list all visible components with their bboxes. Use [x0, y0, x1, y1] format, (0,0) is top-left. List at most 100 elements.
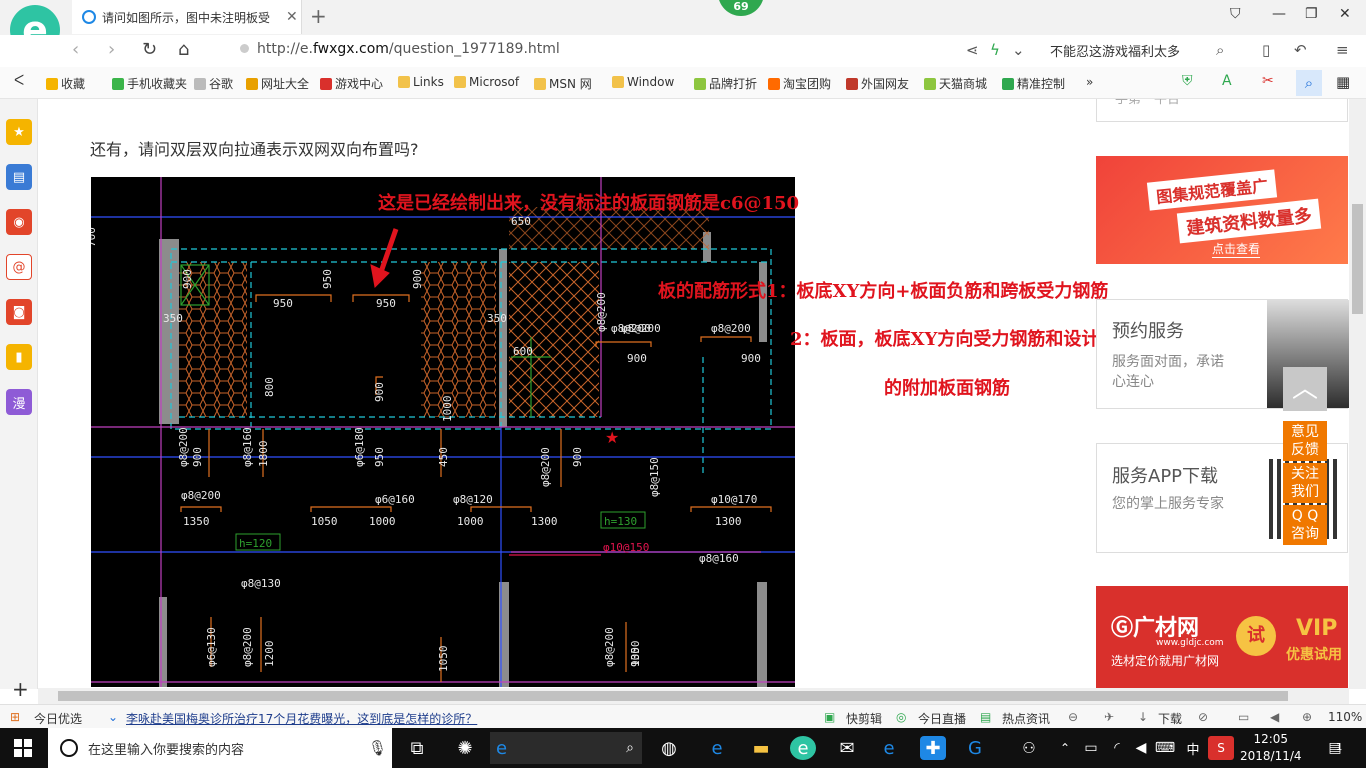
scissors-icon[interactable]: ✂	[1262, 73, 1274, 89]
tool-app-icon[interactable]: ✚	[920, 736, 946, 760]
mail-taskbar-icon[interactable]: ✉	[834, 736, 860, 760]
ie-mode-icon[interactable]: ⊖	[1068, 710, 1078, 724]
people-icon[interactable]: ⚇	[1016, 736, 1042, 760]
chevron-down-icon[interactable]: ⌄	[108, 710, 118, 724]
today-pick[interactable]: 今日优选	[34, 710, 82, 727]
action-center-icon[interactable]: ▤	[1322, 736, 1348, 760]
cleanup-icon[interactable]: ⊘	[1198, 710, 1208, 724]
vertical-scroll-thumb[interactable]	[1352, 204, 1363, 314]
score-badge[interactable]: 69	[718, 0, 764, 16]
live-link[interactable]: 今日直播	[918, 710, 966, 727]
close-window-icon[interactable]: ✕	[1339, 6, 1351, 22]
favorite-item[interactable]: 天猫商城	[924, 75, 987, 92]
favorite-item[interactable]: 品牌打折	[694, 75, 757, 92]
favorite-item[interactable]: 外国网友	[846, 75, 909, 92]
file-explorer-icon[interactable]: ▬	[748, 736, 774, 760]
minimize-icon[interactable]: —	[1272, 6, 1286, 22]
back-to-top-icon[interactable]: ︿	[1283, 367, 1327, 411]
chevron-down-icon[interactable]: ⌄	[1012, 41, 1025, 59]
tab-active[interactable]: 请问如图所示，图中未注明板受 ✕	[72, 0, 302, 34]
lightning-icon[interactable]: ϟ	[990, 41, 1000, 59]
menu-icon[interactable]: ≡	[1336, 41, 1349, 59]
ime-indicator[interactable]: 中	[1180, 736, 1206, 760]
feedback-button[interactable]: 意见 反馈	[1283, 421, 1327, 461]
mobile-icon[interactable]: ▯	[1262, 41, 1270, 59]
horizontal-scroll-thumb[interactable]	[58, 691, 1288, 701]
url-field[interactable]: http://e.fwxgx.com/question_1977189.html	[240, 41, 560, 57]
favorite-item[interactable]: 精准控制	[1002, 75, 1065, 92]
volume-icon[interactable]: ◀	[1128, 736, 1154, 760]
task-view-icon[interactable]: ⧉	[404, 736, 430, 760]
keyboard-icon[interactable]: ⌨	[1152, 736, 1178, 760]
g-app-icon[interactable]: G	[962, 736, 988, 760]
vertical-scrollbar[interactable]	[1349, 99, 1366, 689]
360-browser-taskbar-icon[interactable]: e	[790, 736, 816, 760]
ie-taskbar-icon[interactable]: e	[876, 736, 902, 760]
news-icon[interactable]: ▤	[6, 164, 32, 190]
taskbar-browser-search[interactable]: e ⌕	[490, 732, 642, 764]
news-link[interactable]: 李咏赴美国梅奥诊所治疗17个月花费曝光，这到底是怎样的诊所？	[126, 710, 477, 727]
restore-icon[interactable]: ❐	[1305, 6, 1318, 22]
qq-consult-button[interactable]: Q Q 咨询	[1283, 505, 1327, 545]
back-icon[interactable]: ‹	[72, 39, 79, 60]
kuaijianji-link[interactable]: 快剪辑	[846, 710, 882, 727]
home-icon[interactable]: ⌂	[178, 39, 189, 60]
search-icon[interactable]: ⌕	[1216, 41, 1224, 59]
favorite-item[interactable]: 收藏	[46, 75, 85, 92]
pin-icon[interactable]: ✈	[1104, 710, 1114, 724]
battery-icon[interactable]: ▭	[1078, 736, 1104, 760]
speaker-icon[interactable]: ◀	[1270, 710, 1279, 724]
favorite-item[interactable]: Microsof	[454, 75, 519, 89]
show-hidden-icons[interactable]: ⌃	[1052, 736, 1078, 760]
favorite-item[interactable]: MSN 网	[534, 75, 592, 92]
translate-icon[interactable]: A	[1222, 73, 1232, 89]
favorite-item[interactable]: 谷歌	[194, 75, 233, 92]
weibo-icon[interactable]: ◉	[6, 209, 32, 235]
top-card-partial[interactable]: 手第一平台	[1096, 99, 1348, 122]
system-clock[interactable]: 12:05 2018/11/4	[1240, 731, 1302, 765]
favorite-item[interactable]: Links	[398, 75, 444, 89]
wifi-icon[interactable]: ◜	[1104, 736, 1130, 760]
close-tab-icon[interactable]: ✕	[286, 9, 298, 25]
shirt-icon[interactable]: ⛉	[1230, 6, 1241, 22]
sogou-ime-icon[interactable]: S	[1208, 736, 1234, 760]
chrome-app-icon[interactable]: ◍	[656, 736, 682, 760]
banner-standards[interactable]: 图集规范覆盖广 建筑资料数量多 点击查看	[1096, 156, 1348, 264]
banner-cta[interactable]: 点击查看	[1212, 240, 1261, 258]
mail-icon[interactable]: @	[6, 254, 32, 280]
share-icon[interactable]: ⋖	[966, 41, 979, 59]
refresh-icon[interactable]: ↻	[142, 39, 157, 60]
more-favorites-icon[interactable]: »	[1086, 75, 1093, 89]
shield-icon[interactable]: ⛨	[1182, 73, 1193, 89]
new-tab-button[interactable]: +	[310, 4, 327, 28]
zoom-tool-icon[interactable]: ⌕	[1296, 70, 1322, 96]
zoom-level[interactable]: 110%	[1328, 710, 1362, 724]
taskbar-search[interactable]: 在这里输入你要搜索的内容 🎙	[48, 728, 392, 768]
edge-icon[interactable]: e	[704, 736, 730, 760]
banner-guangcai[interactable]: Ⓖ广材网 www.gldjc.com 选材定价就用广材网 试 VIP 优惠试用	[1096, 586, 1348, 688]
comic-icon[interactable]: 漫	[6, 389, 32, 415]
window-icon[interactable]: ▭	[1238, 710, 1249, 724]
book-icon[interactable]: ▮	[6, 344, 32, 370]
zoom-icon[interactable]: ⊕	[1302, 710, 1312, 724]
sidebar-toggle-icon[interactable]: ᐸ	[14, 73, 24, 89]
favorites-star-icon[interactable]: ★	[6, 119, 32, 145]
download-link[interactable]: 下载	[1158, 710, 1182, 727]
windows-start-icon[interactable]	[14, 739, 32, 757]
favorite-item[interactable]: Window	[612, 75, 674, 89]
horizontal-scrollbar[interactable]	[38, 688, 1349, 704]
microphone-icon[interactable]: 🎙	[368, 739, 387, 757]
undo-icon[interactable]: ↶	[1294, 41, 1307, 59]
favorite-item[interactable]: 淘宝团购	[768, 75, 831, 92]
search-box[interactable]: 不能忍这游戏福利太多	[1050, 41, 1180, 60]
favorite-item[interactable]: 网址大全	[246, 75, 309, 92]
hotnews-link[interactable]: 热点资讯	[1002, 710, 1050, 727]
game-controller-icon[interactable]: ◙	[6, 299, 32, 325]
favorite-item[interactable]: 游戏中心	[320, 75, 383, 92]
pinwheel-app-icon[interactable]: ✺	[452, 736, 478, 760]
add-icon[interactable]: +	[12, 677, 29, 701]
favorite-item[interactable]: 手机收藏夹	[112, 75, 187, 92]
apps-grid-icon[interactable]: ▦	[1336, 73, 1350, 91]
follow-button[interactable]: 关注 我们	[1283, 463, 1327, 503]
forward-icon[interactable]: ›	[108, 39, 115, 60]
